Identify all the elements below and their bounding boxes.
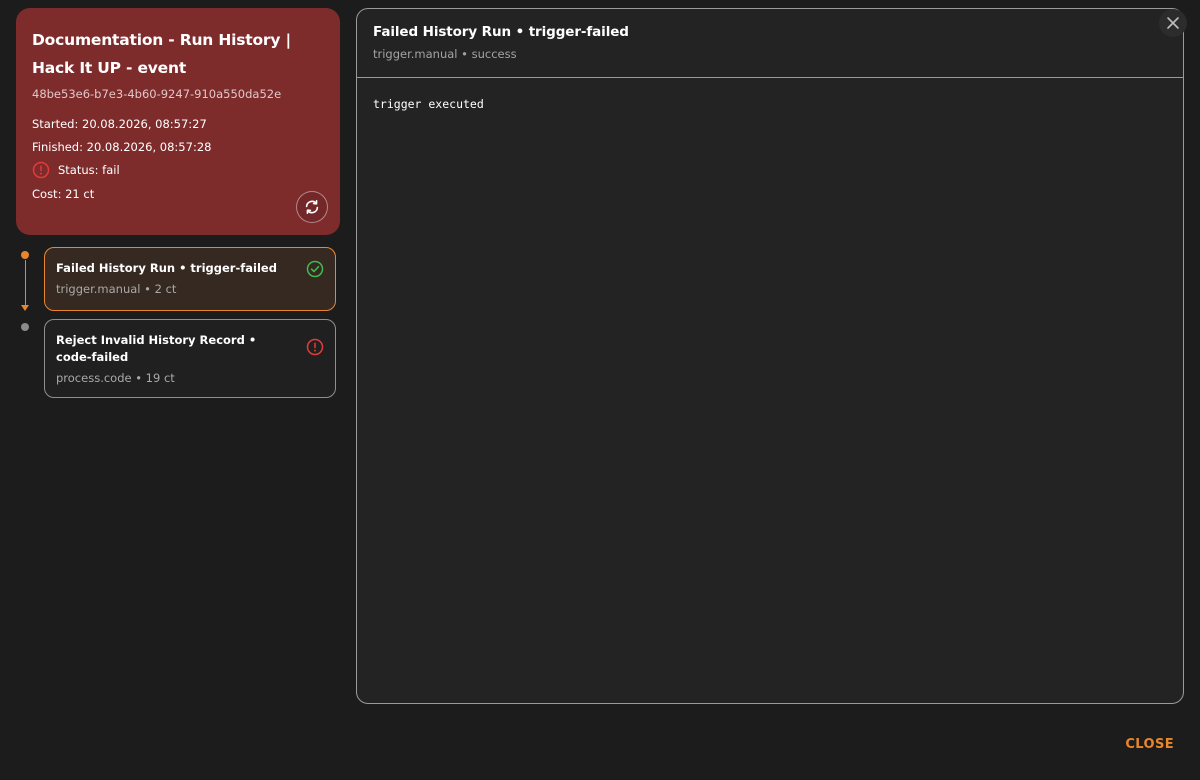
run-status: Status: fail xyxy=(32,161,324,179)
detail-body: trigger executed xyxy=(357,78,1183,130)
step-timeline xyxy=(19,248,31,338)
arrow-down-icon xyxy=(20,305,29,311)
error-circle-icon xyxy=(32,161,50,179)
run-status-text: Status: fail xyxy=(58,163,120,177)
step-output-log: trigger executed xyxy=(373,97,484,111)
step-subtitle: trigger.manual • 2 ct xyxy=(56,282,177,296)
run-id: 48be53e6-b7e3-4b60-9247-910a550da52e xyxy=(32,87,282,101)
step-item-code-failed[interactable]: Reject Invalid History Record • code-fai… xyxy=(44,319,336,398)
step-detail-panel: Failed History Run • trigger-failed trig… xyxy=(356,8,1184,704)
step-item-trigger-failed[interactable]: Failed History Run • trigger-failed trig… xyxy=(44,247,336,311)
run-summary-card: Documentation - Run History | Hack It UP… xyxy=(16,8,340,235)
run-cost: Cost: 21 ct xyxy=(32,187,95,201)
timeline-dot xyxy=(21,323,29,331)
rerun-button[interactable] xyxy=(296,191,328,223)
refresh-icon xyxy=(303,198,321,216)
close-icon xyxy=(1166,16,1180,30)
close-button[interactable]: CLOSE xyxy=(1125,736,1174,754)
check-circle-icon xyxy=(306,260,324,278)
detail-title: Failed History Run • trigger-failed xyxy=(373,24,629,40)
error-circle-icon xyxy=(306,338,324,356)
timeline-connector xyxy=(24,260,26,308)
run-title: Documentation - Run History | Hack It UP… xyxy=(32,31,291,77)
step-title: Reject Invalid History Record • code-fai… xyxy=(56,333,257,364)
step-title: Failed History Run • trigger-failed xyxy=(56,261,277,275)
run-started: Started: 20.08.2026, 08:57:27 xyxy=(32,117,207,131)
run-history-dialog: Documentation - Run History | Hack It UP… xyxy=(0,0,1200,780)
timeline-dot-active xyxy=(21,251,29,259)
detail-header: Failed History Run • trigger-failed trig… xyxy=(357,9,1183,78)
run-finished: Finished: 20.08.2026, 08:57:28 xyxy=(32,140,212,154)
close-dialog-button[interactable] xyxy=(1159,9,1187,37)
detail-subtitle: trigger.manual • success xyxy=(373,47,517,61)
step-subtitle: process.code • 19 ct xyxy=(56,371,175,385)
